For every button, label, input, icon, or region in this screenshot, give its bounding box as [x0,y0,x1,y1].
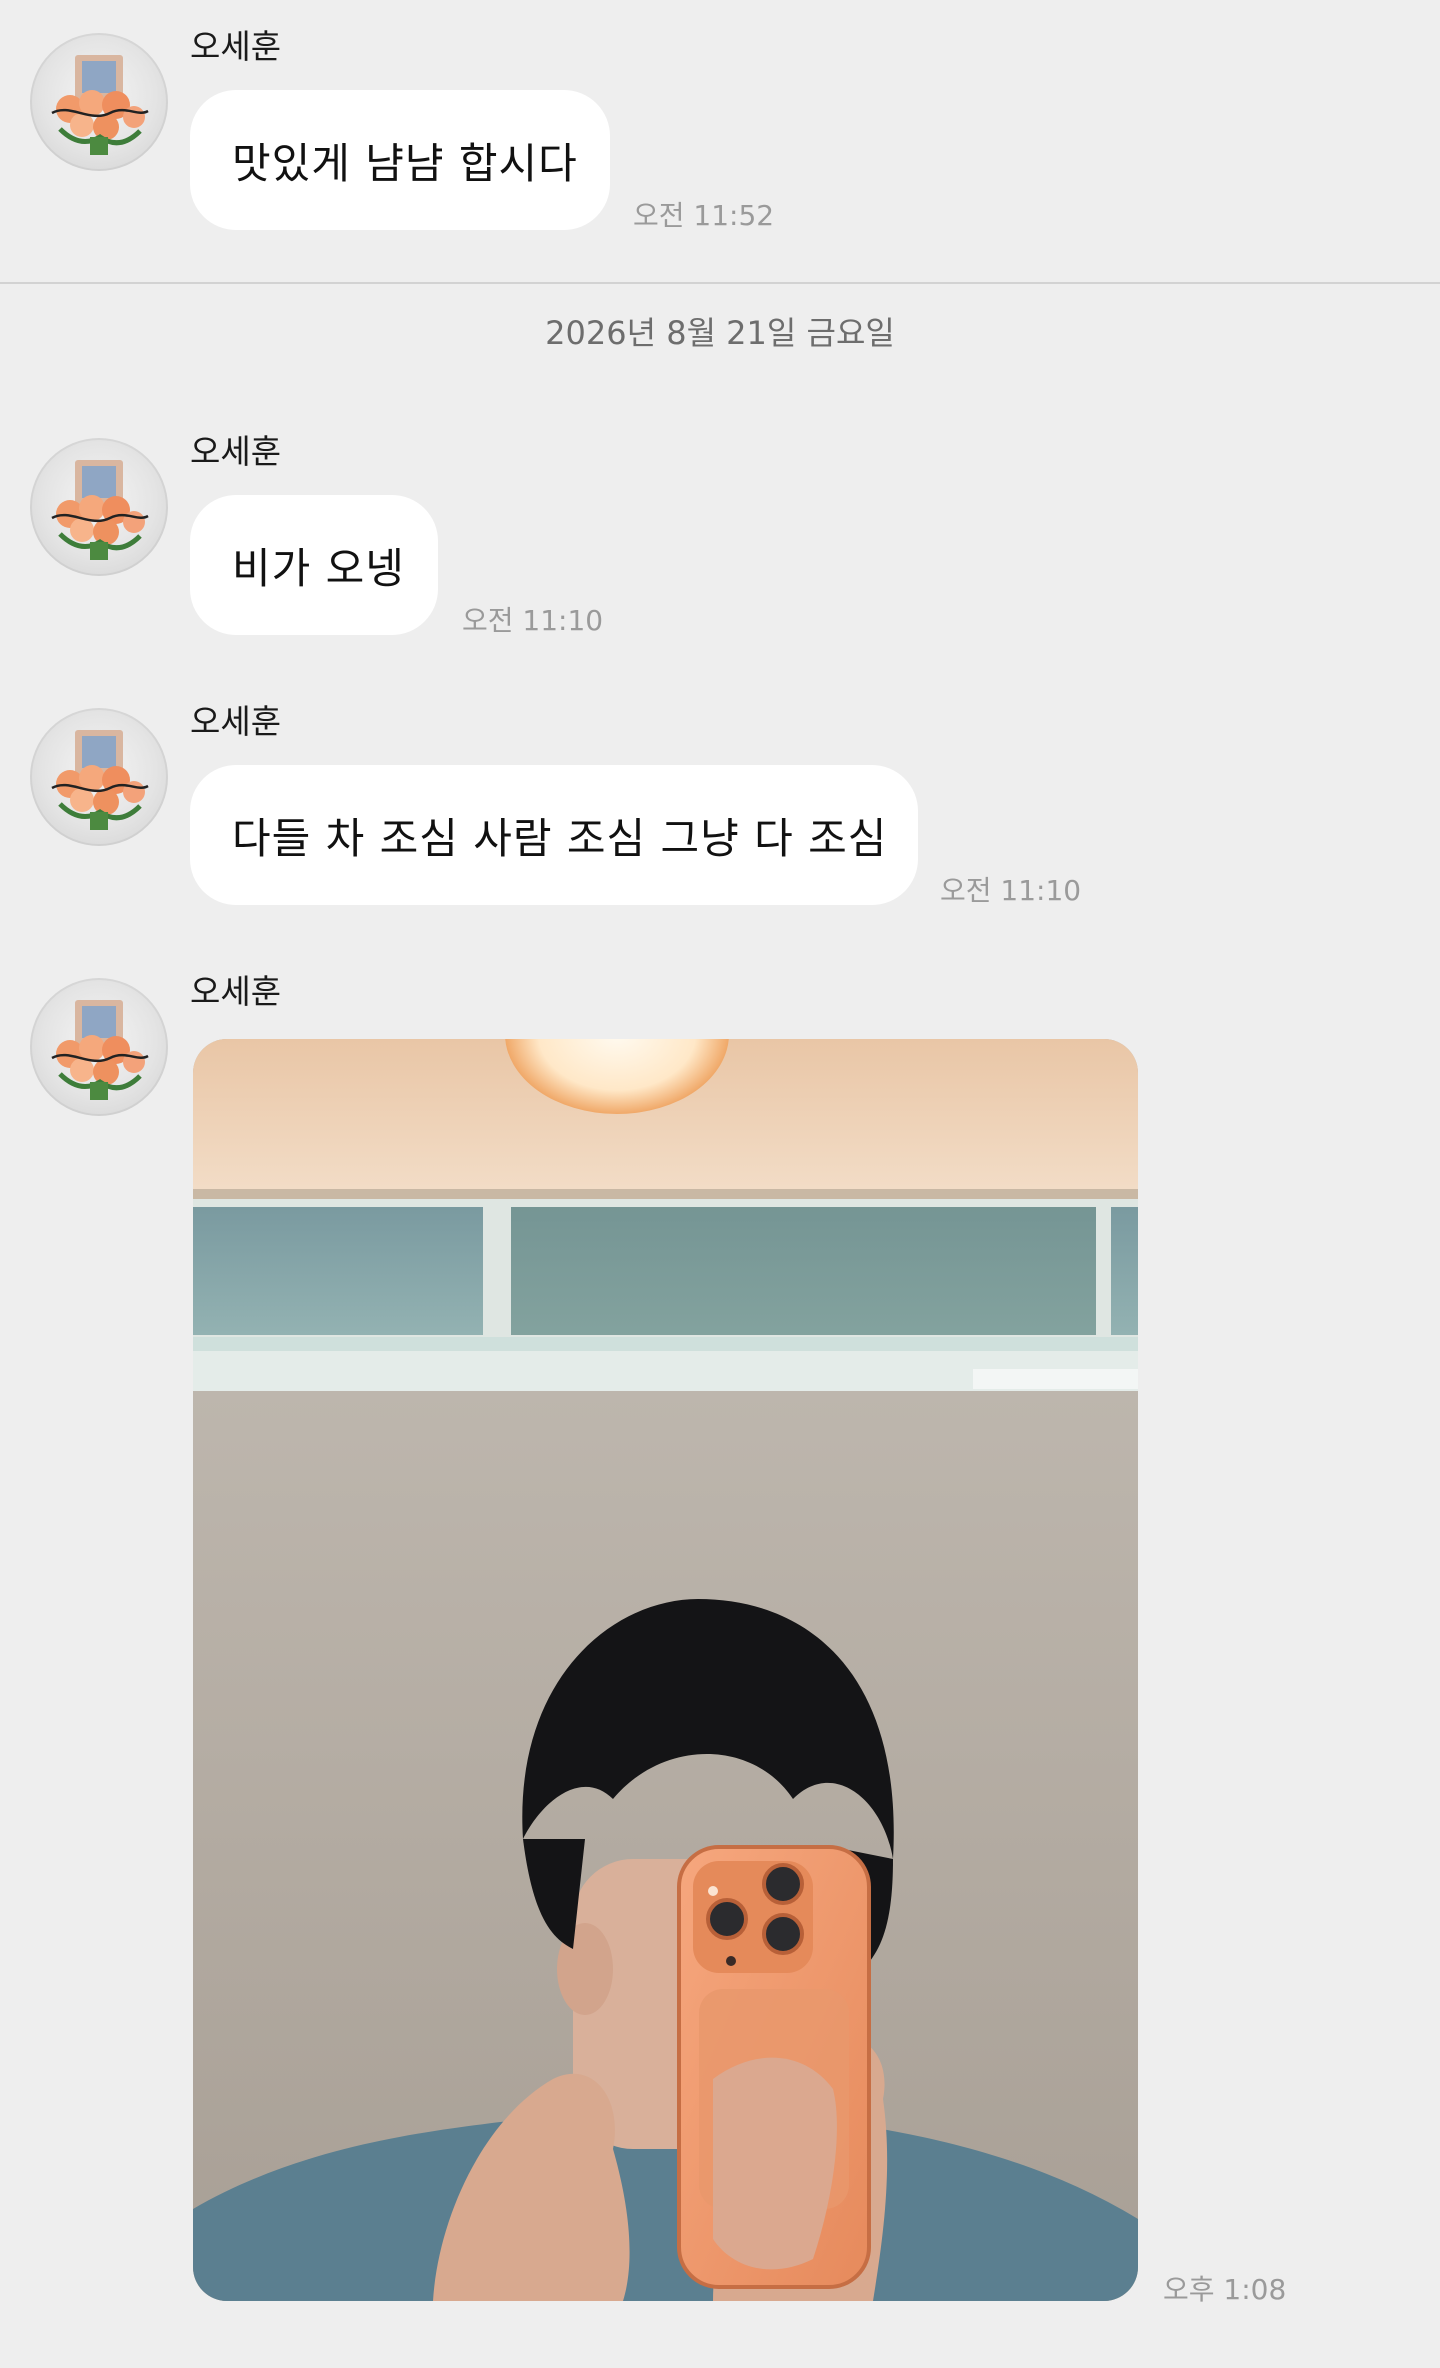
message-bubble[interactable]: 맛있게 냠냠 합시다 [190,90,610,230]
mirror-selfie-image [193,1039,1138,2301]
avatar-bouquet-icon [51,460,149,560]
sender-name: 오세훈 [190,702,282,741]
avatar[interactable] [30,708,168,846]
sender-name: 오세훈 [190,972,282,1011]
message-time: 오전 11:52 [633,199,775,232]
message-time: 오전 11:10 [940,874,1082,907]
photo-message[interactable] [193,1039,1138,2301]
avatar[interactable] [30,438,168,576]
message-time: 오전 11:10 [462,604,604,637]
message-bubble[interactable]: 다들 차 조심 사람 조심 그냥 다 조심 [190,765,918,905]
divider [0,282,1440,284]
message-time: 오후 1:08 [1163,2273,1287,2306]
avatar[interactable] [30,978,168,1116]
message-bubble[interactable]: 비가 오넹 [190,495,438,635]
avatar-bouquet-icon [51,730,149,830]
avatar-bouquet-icon [51,1000,149,1100]
avatar[interactable] [30,33,168,171]
sender-name: 오세훈 [190,432,282,471]
avatar-bouquet-icon [51,55,149,155]
sender-name: 오세훈 [190,27,282,66]
date-separator: 2026년 8월 21일 금요일 [545,314,895,352]
